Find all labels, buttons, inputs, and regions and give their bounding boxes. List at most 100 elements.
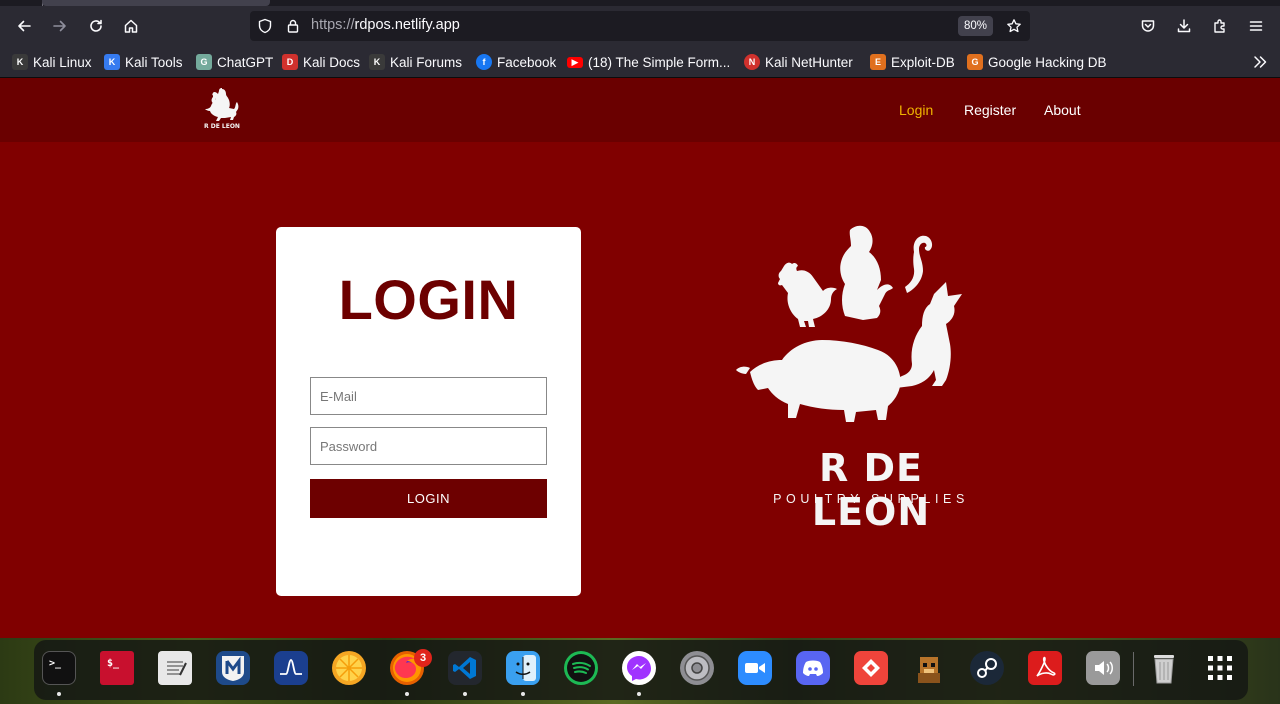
finder-face-icon — [515, 655, 536, 681]
bookmarks-toolbar: K Kali Linux K Kali Tools G ChatGPT D Kali D… — [0, 46, 1280, 78]
login-title: LOGIN — [338, 268, 519, 331]
dock-metasploit[interactable] — [216, 651, 250, 685]
pixel-monkey-icon — [918, 657, 940, 683]
brand-tagline: POULTRY SUPPLIES — [773, 492, 969, 506]
poultry-animals-logo — [736, 225, 962, 422]
reload-button[interactable] — [82, 12, 110, 40]
bookmark-label: Kali NetHunter — [765, 54, 853, 70]
vscode-icon — [453, 657, 476, 679]
url-host: rdpos.netlify.app — [354, 17, 460, 33]
pocket-icon — [1141, 20, 1155, 32]
extensions-button[interactable] — [1206, 12, 1234, 40]
app-grid-icon — [1208, 656, 1232, 680]
bookmark-label: Kali Linux — [33, 54, 92, 70]
bookmark-youtube[interactable]: ▶ (18) The Simple Form... — [567, 53, 730, 71]
bookmark-label: Kali Forums — [390, 54, 463, 70]
dock-running-indicator — [637, 692, 641, 696]
nav-register-link[interactable]: Register — [964, 102, 1016, 118]
dock-finder[interactable] — [506, 651, 540, 685]
dock-settings[interactable] — [680, 651, 714, 685]
bookmark-google-hacking-db[interactable]: G Google Hacking DB — [967, 53, 1107, 71]
dock-anydesk[interactable] — [854, 651, 888, 685]
citrus-slice-icon — [336, 655, 362, 681]
dock-root-terminal[interactable]: $_ — [100, 651, 134, 685]
dock-acrobat[interactable] — [1028, 651, 1062, 685]
terminal-icon: >_ — [48, 657, 62, 669]
bookmark-exploit-db[interactable]: E Exploit-DB — [870, 53, 955, 71]
dock-wireshark[interactable] — [274, 651, 308, 685]
dock-trash[interactable] — [1147, 651, 1181, 685]
metasploit-icon — [222, 656, 244, 681]
dock-text-editor[interactable] — [158, 651, 192, 685]
dock-steam[interactable] — [970, 651, 1004, 685]
hamburger-menu-icon — [1249, 21, 1263, 31]
web-page: R DE LEON Login Register About LOGIN LOG… — [0, 78, 1280, 638]
dock-running-indicator — [521, 692, 525, 696]
kali-forums-icon: K — [369, 54, 385, 70]
zoom-level-button[interactable]: 80% — [958, 16, 994, 36]
anydesk-icon — [862, 659, 880, 677]
bookmark-facebook[interactable]: f Facebook — [476, 53, 556, 71]
menu-button[interactable] — [1242, 12, 1270, 40]
bookmark-chatgpt[interactable]: G ChatGPT — [196, 53, 273, 71]
back-button[interactable] — [10, 12, 38, 40]
arrow-left-icon — [18, 20, 31, 32]
chevron-double-right-icon[interactable] — [1252, 54, 1268, 70]
steam-icon — [977, 658, 997, 678]
brand-name: R DE LEON — [811, 446, 931, 534]
chatgpt-icon: G — [196, 54, 212, 70]
pocket-button[interactable] — [1134, 12, 1162, 40]
kali-dragon-icon: K — [12, 54, 28, 70]
url-scheme: https:// — [311, 17, 355, 33]
download-icon — [1177, 19, 1191, 33]
bookmark-star-icon[interactable] — [1006, 18, 1022, 34]
puzzle-icon — [1214, 19, 1225, 33]
dock-running-indicator — [57, 692, 61, 696]
dock-volume[interactable] — [1086, 651, 1120, 685]
dock-running-indicator — [405, 692, 409, 696]
kali-docs-icon: D — [282, 54, 298, 70]
dock-discord[interactable] — [796, 651, 830, 685]
url-bar[interactable]: https://rdpos.netlify.app 80% — [250, 11, 1030, 41]
discord-icon — [803, 660, 823, 676]
downloads-button[interactable] — [1170, 12, 1198, 40]
dock-zoom[interactable] — [738, 651, 772, 685]
bookmark-kali-tools[interactable]: K Kali Tools — [104, 53, 183, 71]
firefox-notification-badge: 3 — [414, 649, 432, 667]
email-field[interactable] — [310, 377, 547, 415]
dock-pixel-game[interactable] — [912, 651, 946, 685]
bookmark-kali-nethunter[interactable]: N Kali NetHunter — [744, 53, 853, 71]
nav-about-link[interactable]: About — [1044, 102, 1081, 118]
dock-citrus[interactable] — [332, 651, 366, 685]
password-field[interactable] — [310, 427, 547, 465]
home-icon — [124, 19, 138, 33]
site-logo[interactable]: R DE LEON — [200, 86, 244, 134]
bookmark-kali-forums[interactable]: K Kali Forums — [369, 53, 462, 71]
spotify-icon — [567, 654, 595, 682]
lock-icon[interactable] — [285, 18, 301, 34]
dock-vscode[interactable] — [448, 651, 482, 685]
facebook-icon: f — [476, 54, 492, 70]
bookmark-kali-docs[interactable]: D Kali Docs — [282, 53, 360, 71]
login-card: LOGIN LOGIN — [276, 227, 581, 596]
trash-icon — [1154, 655, 1174, 684]
pdf-icon — [1036, 656, 1056, 677]
messenger-icon — [627, 656, 651, 681]
login-button[interactable]: LOGIN — [310, 479, 547, 518]
speaker-icon — [1095, 661, 1113, 675]
tracking-shield-icon[interactable] — [257, 18, 273, 34]
forward-button[interactable] — [46, 12, 74, 40]
url-text[interactable]: https://rdpos.netlify.app — [311, 17, 460, 33]
root-terminal-icon: $_ — [106, 657, 120, 669]
dock-messenger[interactable] — [622, 651, 656, 685]
gear-icon — [684, 655, 710, 681]
home-button[interactable] — [117, 12, 145, 40]
bookmark-label: Kali Docs — [303, 54, 361, 70]
nav-login-link[interactable]: Login — [899, 102, 933, 118]
bookmark-kali-linux[interactable]: K Kali Linux — [12, 53, 92, 71]
site-logo-text: R DE LEON — [204, 123, 240, 130]
dock-terminal[interactable]: >_ — [42, 651, 76, 685]
dock-app-grid[interactable] — [1203, 651, 1237, 685]
site-header: R DE LEON Login Register About — [0, 78, 1280, 142]
dock-spotify[interactable] — [564, 651, 598, 685]
